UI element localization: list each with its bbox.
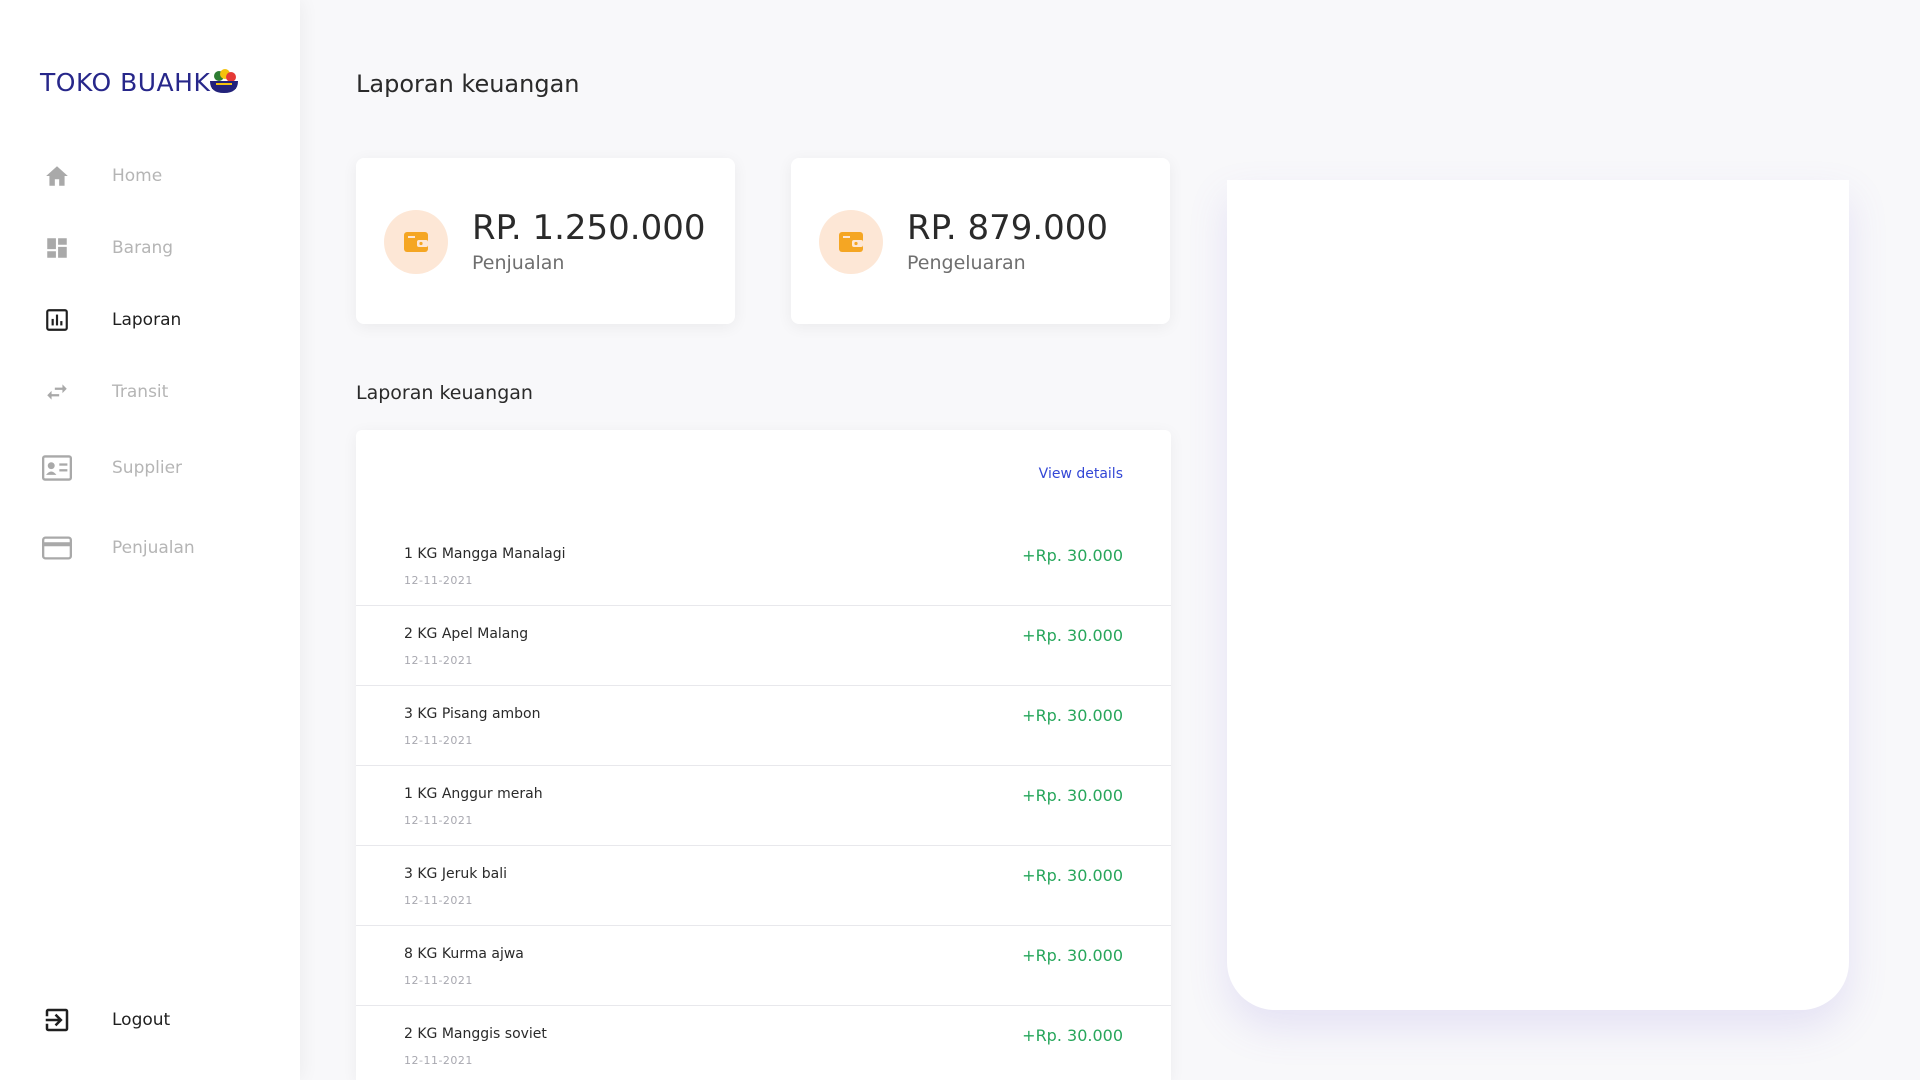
tx-date: 12-11-2021 — [404, 894, 473, 907]
sales-value: RP. 1.250.000 — [472, 208, 706, 248]
table-row[interactable]: 2 KG Apel Malang 12-11-2021 +Rp. 30.000 — [356, 606, 1171, 686]
sidebar-item-home[interactable]: Home — [42, 154, 282, 198]
home-icon — [42, 161, 72, 191]
sidebar-item-label: Barang — [112, 238, 174, 258]
expense-value: RP. 879.000 — [907, 208, 1109, 248]
sidebar-item-transit[interactable]: Transit — [42, 370, 282, 414]
section-title: Laporan keuangan — [356, 382, 533, 404]
sales-stat-card: RP. 1.250.000 Penjualan — [356, 158, 735, 324]
expense-stat-card: RP. 879.000 Pengeluaran — [791, 158, 1170, 324]
table-row[interactable]: 8 KG Kurma ajwa 12-11-2021 +Rp. 30.000 — [356, 926, 1171, 1006]
transactions-list: 1 KG Mangga Manalagi 12-11-2021 +Rp. 30.… — [356, 526, 1171, 1080]
tx-amount: +Rp. 30.000 — [1022, 626, 1123, 645]
logo-text: TOKO BUAHK — [40, 68, 211, 97]
table-row[interactable]: 3 KG Pisang ambon 12-11-2021 +Rp. 30.000 — [356, 686, 1171, 766]
tx-date: 12-11-2021 — [404, 1054, 473, 1067]
expense-label: Pengeluaran — [907, 252, 1026, 274]
tx-amount: +Rp. 30.000 — [1022, 706, 1123, 725]
tx-name: 3 KG Jeruk bali — [404, 866, 508, 882]
sidebar-item-laporan[interactable]: Laporan — [42, 298, 282, 342]
sidebar-item-label: Laporan — [112, 310, 182, 330]
logout-label: Logout — [112, 1010, 171, 1030]
tx-date: 12-11-2021 — [404, 814, 473, 827]
fruit-bowl-icon — [210, 68, 239, 93]
tx-amount: +Rp. 30.000 — [1022, 1026, 1123, 1045]
tx-name: 8 KG Kurma ajwa — [404, 946, 524, 962]
tx-amount: +Rp. 30.000 — [1022, 866, 1123, 885]
tx-amount: +Rp. 30.000 — [1022, 546, 1123, 565]
sidebar-item-penjualan[interactable]: Penjualan — [42, 526, 282, 570]
app-logo[interactable]: TOKO BUAHK — [40, 68, 240, 97]
stat-icon-circle — [819, 210, 883, 274]
credit-card-icon — [42, 533, 72, 563]
tx-name: 1 KG Anggur merah — [404, 786, 543, 802]
right-panel — [1227, 180, 1849, 1010]
sidebar-item-barang[interactable]: Barang — [42, 226, 282, 270]
logout-button[interactable]: Logout — [42, 998, 282, 1042]
tx-date: 12-11-2021 — [404, 574, 473, 587]
swap-arrows-icon — [42, 377, 72, 407]
page-title: Laporan keuangan — [356, 70, 580, 98]
tx-date: 12-11-2021 — [404, 654, 473, 667]
tx-amount: +Rp. 30.000 — [1022, 946, 1123, 965]
tx-name: 2 KG Manggis soviet — [404, 1026, 547, 1042]
sidebar-item-label: Penjualan — [112, 538, 195, 558]
sidebar-item-supplier[interactable]: Supplier — [42, 446, 282, 490]
table-row[interactable]: 3 KG Jeruk bali 12-11-2021 +Rp. 30.000 — [356, 846, 1171, 926]
sales-label: Penjualan — [472, 252, 565, 274]
tx-date: 12-11-2021 — [404, 974, 473, 987]
table-row[interactable]: 1 KG Anggur merah 12-11-2021 +Rp. 30.000 — [356, 766, 1171, 846]
table-row[interactable]: 2 KG Manggis soviet 12-11-2021 +Rp. 30.0… — [356, 1006, 1171, 1080]
dashboard-grid-icon — [42, 233, 72, 263]
tx-amount: +Rp. 30.000 — [1022, 786, 1123, 805]
tx-name: 1 KG Mangga Manalagi — [404, 546, 566, 562]
contact-card-icon — [42, 453, 72, 483]
sidebar-item-label: Supplier — [112, 458, 183, 478]
view-details-link[interactable]: View details — [1039, 466, 1123, 482]
transactions-card: View details 1 KG Mangga Manalagi 12-11-… — [356, 430, 1171, 1080]
tx-date: 12-11-2021 — [404, 734, 473, 747]
table-row[interactable]: 1 KG Mangga Manalagi 12-11-2021 +Rp. 30.… — [356, 526, 1171, 606]
sidebar: TOKO BUAHK Home Barang Laporan Transit S… — [0, 0, 300, 1080]
wallet-icon — [839, 232, 863, 252]
sidebar-item-label: Transit — [112, 382, 169, 402]
tx-name: 2 KG Apel Malang — [404, 626, 529, 642]
sidebar-item-label: Home — [112, 166, 163, 186]
tx-name: 3 KG Pisang ambon — [404, 706, 541, 722]
logout-icon — [42, 1005, 72, 1035]
wallet-icon — [404, 232, 428, 252]
bar-chart-icon — [42, 305, 72, 335]
stat-icon-circle — [384, 210, 448, 274]
